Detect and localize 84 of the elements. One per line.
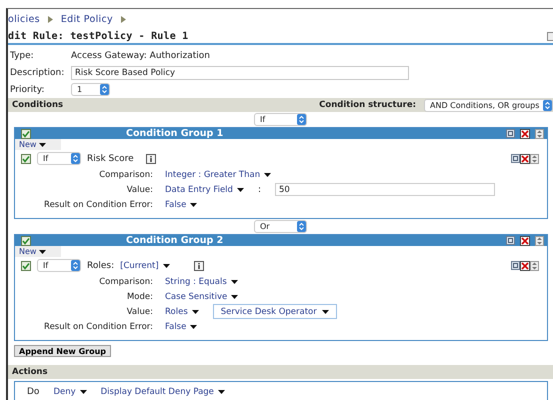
- delete-icon[interactable]: [520, 128, 530, 138]
- field-label: Comparison:: [98, 276, 154, 286]
- dropdown[interactable]: Service Desk Operator: [212, 304, 337, 319]
- dropdown[interactable]: False: [165, 200, 198, 210]
- stepper-icon: [543, 100, 552, 110]
- field-label: Type:: [10, 50, 35, 60]
- arrow-icon: [48, 16, 53, 22]
- stepper-icon: [71, 260, 80, 271]
- caret-icon: [236, 188, 244, 192]
- breadcrumb-link[interactable]: Edit Policy: [60, 14, 113, 24]
- new-menu[interactable]: New: [15, 139, 61, 150]
- copy-icon[interactable]: [511, 154, 520, 163]
- field-label: Mode:: [126, 292, 154, 302]
- section-title: Actions: [12, 367, 48, 377]
- separator: :: [258, 184, 261, 194]
- stepper-icon: [297, 114, 306, 125]
- field-label: Value:: [126, 184, 154, 194]
- delete-icon[interactable]: [520, 260, 530, 270]
- field-label: Result on Condition Error:: [43, 322, 154, 332]
- field-label: Priority:: [10, 84, 46, 94]
- stepper-icon: [100, 84, 109, 95]
- caret-icon: [231, 294, 238, 298]
- stepper-icon: [297, 221, 306, 232]
- info-icon[interactable]: [194, 260, 204, 270]
- caret-icon: [322, 310, 329, 314]
- select-field[interactable]: If: [254, 113, 307, 126]
- do-label: Do: [27, 386, 40, 396]
- group-title: Condition Group 1: [125, 128, 224, 139]
- caret-icon: [190, 324, 198, 328]
- dropdown[interactable]: Integer : Greater Than: [165, 170, 272, 180]
- field-label: Condition structure:: [319, 100, 416, 110]
- new-menu[interactable]: New: [15, 246, 61, 257]
- select-field[interactable]: AND Conditions, OR groups: [424, 98, 553, 112]
- caret-icon: [264, 172, 272, 176]
- move-icon[interactable]: [535, 236, 544, 246]
- dropdown[interactable]: String : Equals: [165, 276, 238, 286]
- delete-icon[interactable]: [520, 236, 530, 246]
- field-label: Description:: [10, 68, 66, 78]
- section-title: Conditions: [12, 100, 64, 110]
- dropdown[interactable]: Case Sensitive: [165, 292, 238, 302]
- dropdown[interactable]: Display Default Deny Page: [100, 386, 225, 396]
- condition-name: Risk Score: [87, 154, 134, 164]
- dropdown[interactable]: Data Entry Field: [165, 184, 244, 194]
- field-label: Result on Condition Error:: [43, 200, 154, 210]
- select-field[interactable]: If: [37, 259, 81, 272]
- field-value: Access Gateway: Authorization: [71, 50, 210, 60]
- breadcrumb-link[interactable]: olicies: [8, 14, 40, 24]
- checkbox[interactable]: [21, 128, 31, 138]
- field-label: Value:: [126, 306, 154, 316]
- caret-icon: [192, 310, 199, 314]
- caret-icon: [39, 250, 46, 254]
- caret-icon: [80, 390, 87, 394]
- select-field[interactable]: Or: [254, 220, 307, 233]
- input-field[interactable]: Risk Score Based Policy: [71, 66, 409, 80]
- checkbox[interactable]: [21, 260, 31, 270]
- caret-icon: [218, 390, 225, 394]
- checkbox[interactable]: [21, 154, 31, 164]
- dropdown[interactable]: [Current]: [120, 260, 170, 270]
- checkbox[interactable]: [21, 236, 31, 246]
- caret-icon: [230, 280, 238, 284]
- move-icon[interactable]: [530, 154, 539, 164]
- select-field[interactable]: If: [37, 152, 81, 165]
- caret-icon: [39, 142, 46, 146]
- move-icon[interactable]: [530, 260, 539, 270]
- field-label: Comparison:: [98, 170, 154, 180]
- arrow-icon: [120, 16, 126, 22]
- dropdown[interactable]: Roles: [165, 306, 199, 316]
- move-icon[interactable]: [535, 128, 544, 138]
- condition-name: Roles:: [87, 260, 114, 270]
- delete-icon[interactable]: [520, 154, 530, 164]
- group-title: Condition Group 2: [125, 235, 224, 246]
- copy-icon[interactable]: [506, 236, 515, 245]
- caret-icon: [190, 202, 198, 206]
- select-field[interactable]: 1: [71, 83, 110, 96]
- dropdown[interactable]: False: [165, 322, 198, 332]
- dropdown[interactable]: Deny: [53, 386, 87, 396]
- info-icon[interactable]: [146, 154, 156, 164]
- copy-icon[interactable]: [511, 261, 520, 270]
- append-button[interactable]: Append New Group: [14, 345, 112, 357]
- input-field[interactable]: 50: [274, 183, 495, 196]
- copy-icon[interactable]: [506, 129, 515, 138]
- stepper-icon: [71, 153, 80, 164]
- page-title: dit Rule: testPolicy - Rule 1: [8, 30, 188, 42]
- caret-icon: [162, 264, 170, 268]
